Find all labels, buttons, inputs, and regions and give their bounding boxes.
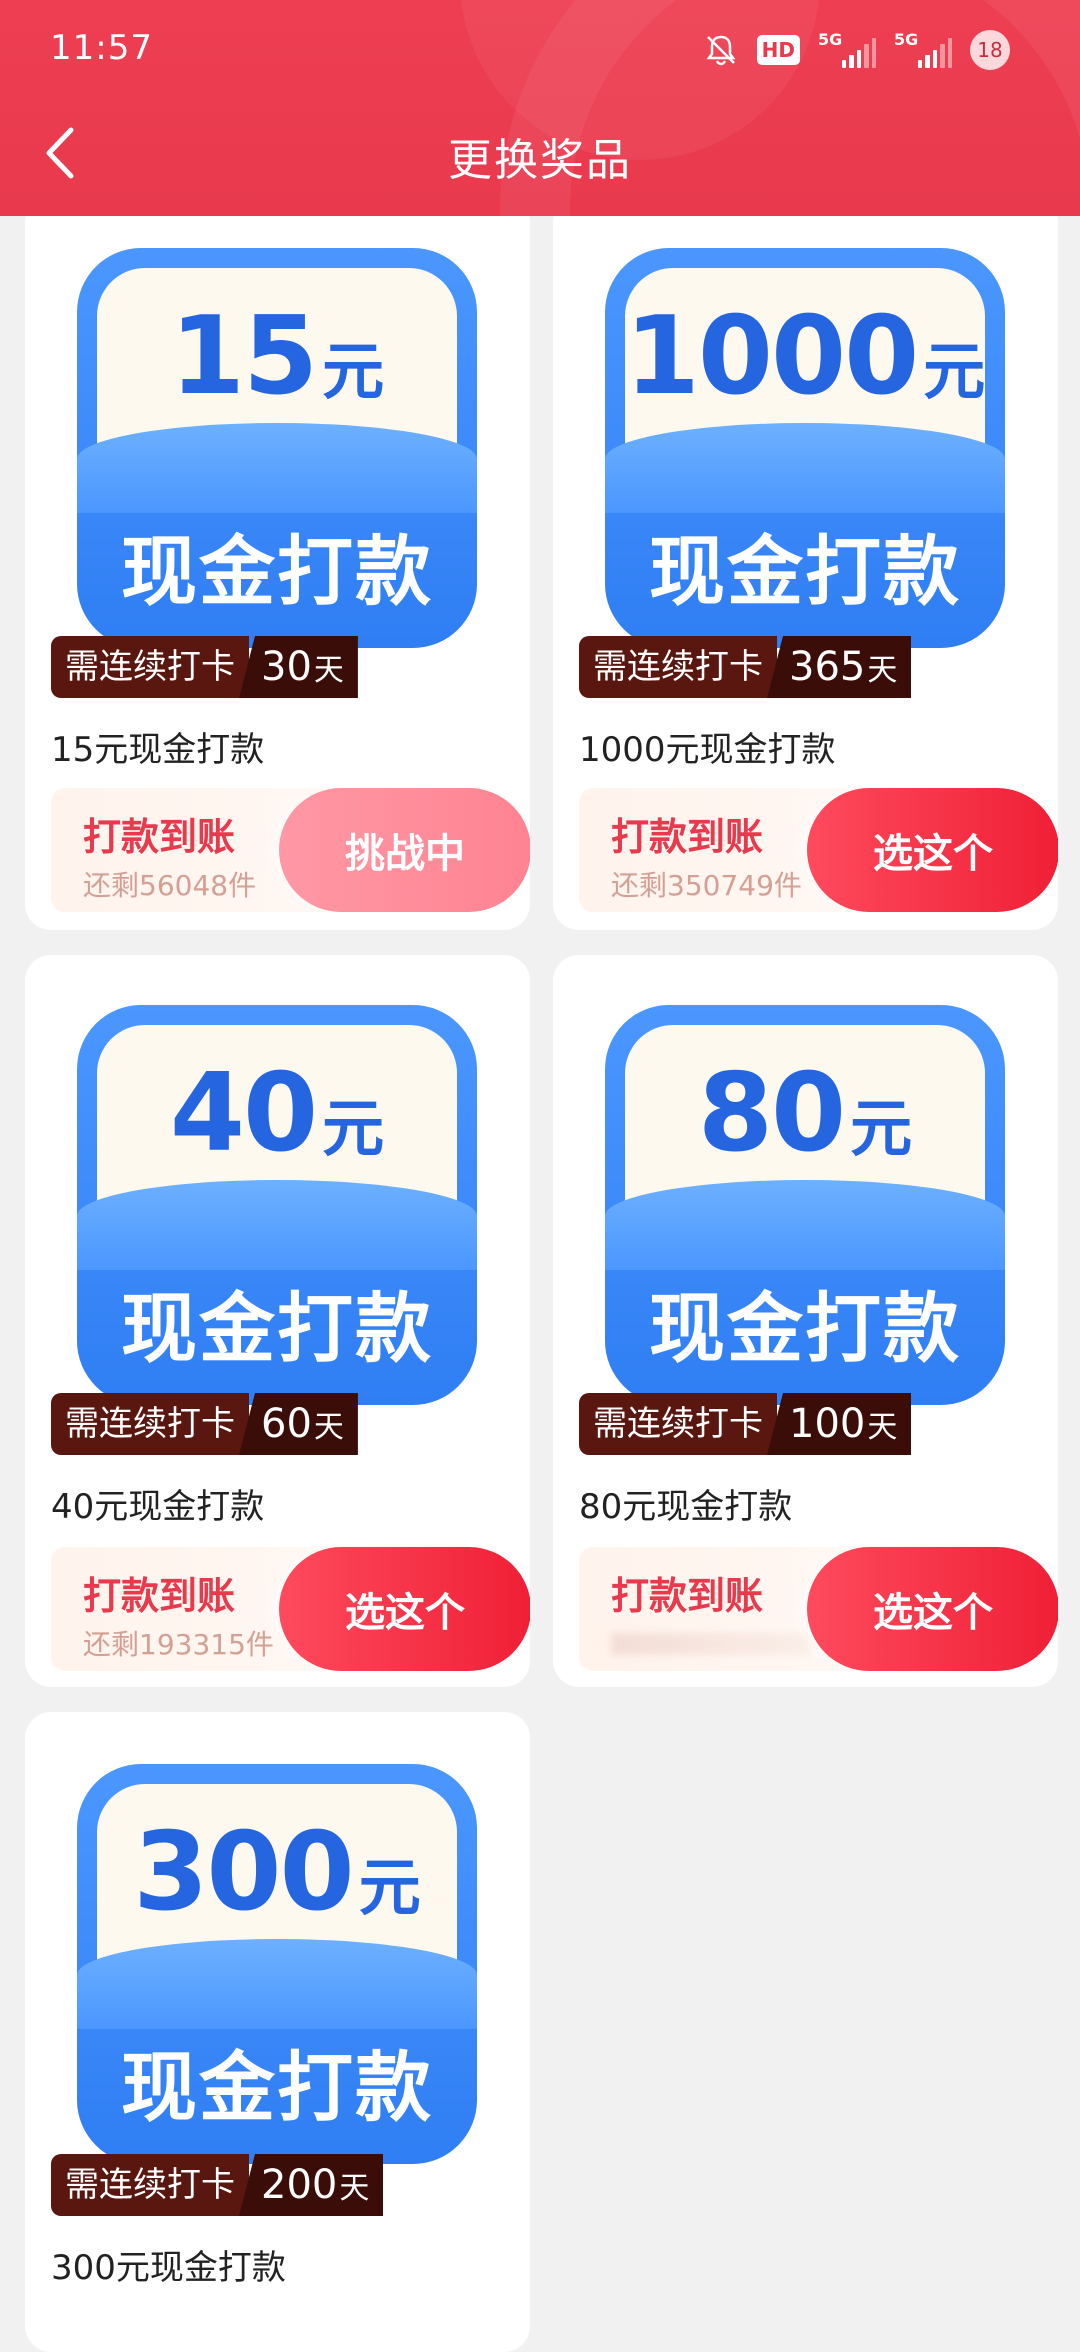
prize-amount: 80元 — [697, 1051, 913, 1176]
streak-badge: 需连续打卡 365天 — [579, 636, 912, 698]
battery-indicator: 18 — [970, 30, 1010, 70]
stock-remaining: 还剩56048件 — [83, 869, 257, 902]
header: 11:57 HD 5G 5G 18 更换奖品 — [0, 0, 1080, 216]
prize-card[interactable]: 80元 现金打款 需连续打卡 100天 80元现金打款 打款到账 选这个 — [553, 955, 1058, 1687]
prize-cash-label: 现金打款 — [121, 2043, 433, 2132]
prize-card[interactable]: 15元 现金打款 需连续打卡 30天 15元现金打款 打款到账 还剩56048件… — [25, 196, 530, 930]
prize-name: 40元现金打款 — [51, 1487, 265, 1527]
prize-image: 40元 现金打款 — [77, 1005, 477, 1405]
streak-badge: 需连续打卡 30天 — [51, 636, 358, 698]
prize-cash-label: 现金打款 — [649, 527, 961, 616]
prize-action-row: 打款到账 还剩193315件 选这个 — [51, 1547, 530, 1671]
prize-amount: 300元 — [133, 1810, 421, 1935]
prize-action-row: 打款到账 选这个 — [579, 1547, 1058, 1671]
prize-card[interactable]: 1000元 现金打款 需连续打卡 365天 1000元现金打款 打款到账 还剩3… — [553, 196, 1058, 930]
bell-muted-icon — [706, 35, 736, 66]
status-time: 11:57 — [50, 28, 153, 68]
prize-cash-label: 现金打款 — [121, 1284, 433, 1373]
prize-card[interactable]: 300元 现金打款 需连续打卡 200天 300元现金打款 — [25, 1712, 530, 2352]
signal-icon: 5G — [818, 30, 877, 68]
challenging-button[interactable]: 挑战中 — [279, 788, 530, 912]
payout-label: 打款到账 — [611, 1574, 764, 1618]
status-icons: HD 5G 5G 18 — [703, 30, 1010, 70]
streak-badge: 需连续打卡 60天 — [51, 1393, 358, 1455]
stock-remaining: 还剩350749件 — [611, 869, 802, 902]
hd-badge: HD — [756, 35, 800, 65]
prize-image: 300元 现金打款 — [77, 1764, 477, 2164]
page-title: 更换奖品 — [448, 135, 632, 186]
prize-amount: 15元 — [169, 294, 385, 419]
prize-name: 80元现金打款 — [579, 1487, 793, 1527]
stock-remaining-blurred — [611, 1633, 811, 1655]
prize-action-row: 打款到账 还剩350749件 选这个 — [579, 788, 1058, 912]
prize-cash-label: 现金打款 — [649, 1284, 961, 1373]
payout-label: 打款到账 — [83, 815, 236, 859]
streak-badge: 需连续打卡 200天 — [51, 2154, 384, 2216]
select-button[interactable]: 选这个 — [279, 1547, 530, 1671]
prize-image: 15元 现金打款 — [77, 248, 477, 648]
streak-badge: 需连续打卡 100天 — [579, 1393, 912, 1455]
prize-cash-label: 现金打款 — [121, 527, 433, 616]
prize-image: 1000元 现金打款 — [605, 248, 1005, 648]
prize-amount: 1000元 — [624, 294, 986, 419]
prize-image: 80元 现金打款 — [605, 1005, 1005, 1405]
signal-icon: 5G — [894, 30, 953, 68]
prize-amount: 40元 — [169, 1051, 385, 1176]
prize-name: 15元现金打款 — [51, 730, 265, 770]
select-button[interactable]: 选这个 — [807, 788, 1058, 912]
prize-card[interactable]: 40元 现金打款 需连续打卡 60天 40元现金打款 打款到账 还剩193315… — [25, 955, 530, 1687]
network-type: 5G — [818, 30, 843, 49]
prize-name: 1000元现金打款 — [579, 730, 836, 770]
status-bar: 11:57 HD 5G 5G 18 — [0, 0, 1080, 100]
stock-remaining: 还剩193315件 — [83, 1628, 274, 1661]
select-button[interactable]: 选这个 — [807, 1547, 1058, 1671]
network-type: 5G — [894, 30, 919, 49]
prize-name: 300元现金打款 — [51, 2248, 286, 2288]
payout-label: 打款到账 — [83, 1574, 236, 1618]
prize-action-row: 打款到账 还剩56048件 挑战中 — [51, 788, 530, 912]
payout-label: 打款到账 — [611, 815, 764, 859]
